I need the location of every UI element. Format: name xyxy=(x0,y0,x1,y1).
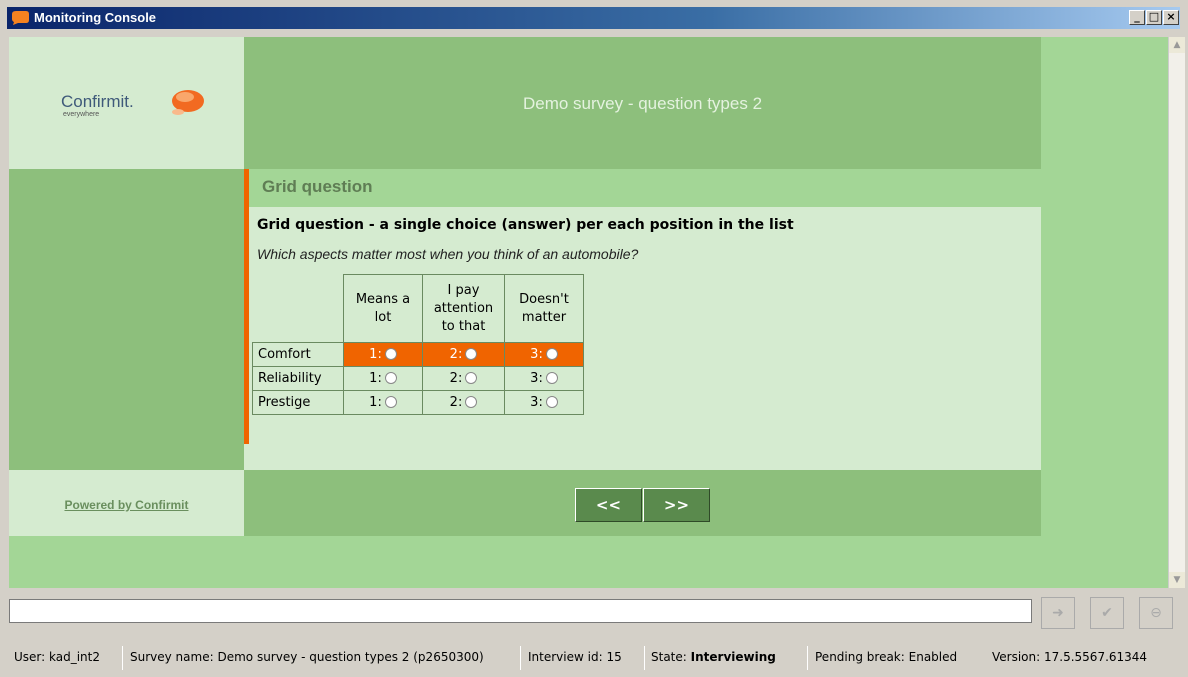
confirmit-logo-text: Confirmit. xyxy=(61,92,134,111)
option-code: 1: xyxy=(369,347,382,362)
survey-value: Demo survey - question types 2 (p2650300… xyxy=(217,650,484,664)
version-label: Version: xyxy=(992,650,1041,664)
close-button[interactable]: × xyxy=(1163,10,1179,25)
status-divider xyxy=(807,646,808,670)
state-label: State: xyxy=(651,650,687,664)
status-pending: Pending break: Enabled xyxy=(815,650,957,664)
column-header: Means a lot xyxy=(343,274,423,343)
confirmit-logo-icon xyxy=(172,90,204,115)
navigation-bar: << >> xyxy=(244,470,1041,536)
status-interview: Interview id: 15 xyxy=(528,650,622,664)
confirmit-logo-sub: everywhere xyxy=(63,111,100,118)
grid-row-comfort: Comfort 1: 2: 3: xyxy=(252,342,584,367)
survey-header: Demo survey - question types 2 xyxy=(244,37,1041,169)
grid-option[interactable]: 2: xyxy=(422,390,505,415)
command-input[interactable] xyxy=(9,599,1032,623)
option-code: 3: xyxy=(530,371,543,386)
grid-header-row: Means a lot I pay attention to that Does… xyxy=(252,274,584,343)
state-value: Interviewing xyxy=(690,650,776,664)
status-user: User: kad_int2 xyxy=(14,650,100,664)
status-divider xyxy=(520,646,521,670)
version-value: 17.5.5567.61344 xyxy=(1044,650,1148,664)
window-title: Monitoring Console xyxy=(34,10,157,25)
grid-option[interactable]: 3: xyxy=(504,366,584,391)
grid-table: Means a lot I pay attention to that Does… xyxy=(252,274,584,415)
pending-value: Enabled xyxy=(908,650,958,664)
option-code: 2: xyxy=(449,347,463,362)
interview-value: 15 xyxy=(606,650,622,664)
maximize-button[interactable]: □ xyxy=(1146,10,1162,25)
radio-button[interactable] xyxy=(465,348,478,360)
option-code: 1: xyxy=(369,395,382,410)
check-icon[interactable]: ✔ xyxy=(1090,597,1124,629)
interview-label: Interview id: xyxy=(528,650,603,664)
pending-label: Pending break: xyxy=(815,650,905,664)
radio-button[interactable] xyxy=(545,372,558,384)
status-bar: User: kad_int2 Survey name: Demo survey … xyxy=(7,644,1185,672)
question-heading-bar: Grid question xyxy=(244,169,1041,207)
question-instruction: Which aspects matter most when you think… xyxy=(257,246,639,262)
user-label: User: xyxy=(14,650,46,664)
logo-cell: Confirmit. everywhere xyxy=(9,37,244,169)
radio-button[interactable] xyxy=(545,348,558,360)
radio-button[interactable] xyxy=(384,396,397,408)
previous-button[interactable]: << xyxy=(575,488,642,522)
column-header: Doesn't matter xyxy=(504,274,584,343)
status-version: Version: 17.5.5567.61344 xyxy=(992,650,1147,664)
scroll-down-icon[interactable]: ▼ xyxy=(1169,572,1185,588)
cancel-icon[interactable]: ⊖ xyxy=(1139,597,1173,629)
row-label: Reliability xyxy=(252,366,344,391)
status-state: State: Interviewing xyxy=(651,650,776,664)
scroll-up-icon[interactable]: ▲ xyxy=(1169,37,1185,53)
question-heading: Grid question xyxy=(262,177,373,196)
footer-left: Powered by Confirmit xyxy=(9,470,244,536)
column-header: I pay attention to that xyxy=(422,274,505,343)
survey-label: Survey name: xyxy=(130,650,214,664)
row-label: Prestige xyxy=(252,390,344,415)
powered-by-link[interactable]: Powered by Confirmit xyxy=(9,498,244,512)
survey-view: Confirmit. everywhere Demo survey - ques… xyxy=(9,37,1168,588)
vertical-scrollbar[interactable]: ▲ ▼ xyxy=(1168,37,1185,588)
option-code: 2: xyxy=(449,371,463,386)
survey-title: Demo survey - question types 2 xyxy=(522,94,763,113)
status-survey: Survey name: Demo survey - question type… xyxy=(130,650,484,664)
grid-option[interactable]: 1: xyxy=(343,366,423,391)
application-window: Monitoring Console _ □ × Confirmit. ever… xyxy=(0,0,1188,677)
radio-button[interactable] xyxy=(384,372,397,384)
question-text: Grid question - a single choice (answer)… xyxy=(257,217,794,233)
grid-option[interactable]: 3: xyxy=(504,390,584,415)
minimize-button[interactable]: _ xyxy=(1129,10,1145,25)
option-code: 3: xyxy=(530,395,543,410)
radio-button[interactable] xyxy=(465,372,478,384)
status-divider xyxy=(122,646,123,670)
question-accent-bar xyxy=(244,207,249,444)
send-icon[interactable]: ➜ xyxy=(1041,597,1075,629)
user-value: kad_int2 xyxy=(49,650,101,664)
app-icon xyxy=(12,11,29,25)
radio-button[interactable] xyxy=(545,396,558,408)
grid-option[interactable]: 2: xyxy=(422,342,505,367)
grid-row-prestige: Prestige 1: 2: 3: xyxy=(252,390,584,415)
row-label: Comfort xyxy=(252,342,344,367)
grid-option[interactable]: 1: xyxy=(343,342,423,367)
next-button[interactable]: >> xyxy=(643,488,710,522)
grid-option[interactable]: 3: xyxy=(504,342,584,367)
question-area: Grid question Grid question - a single c… xyxy=(244,169,1041,470)
grid-option[interactable]: 1: xyxy=(343,390,423,415)
radio-button[interactable] xyxy=(465,396,478,408)
option-code: 1: xyxy=(369,371,382,386)
grid-option[interactable]: 2: xyxy=(422,366,505,391)
status-divider xyxy=(644,646,645,670)
radio-button[interactable] xyxy=(384,348,397,360)
option-code: 3: xyxy=(530,347,543,362)
grid-row-reliability: Reliability 1: 2: 3: xyxy=(252,366,584,391)
option-code: 2: xyxy=(449,395,463,410)
left-column xyxy=(9,169,244,470)
title-bar[interactable]: Monitoring Console _ □ × xyxy=(7,7,1180,29)
grid-corner xyxy=(252,274,344,343)
